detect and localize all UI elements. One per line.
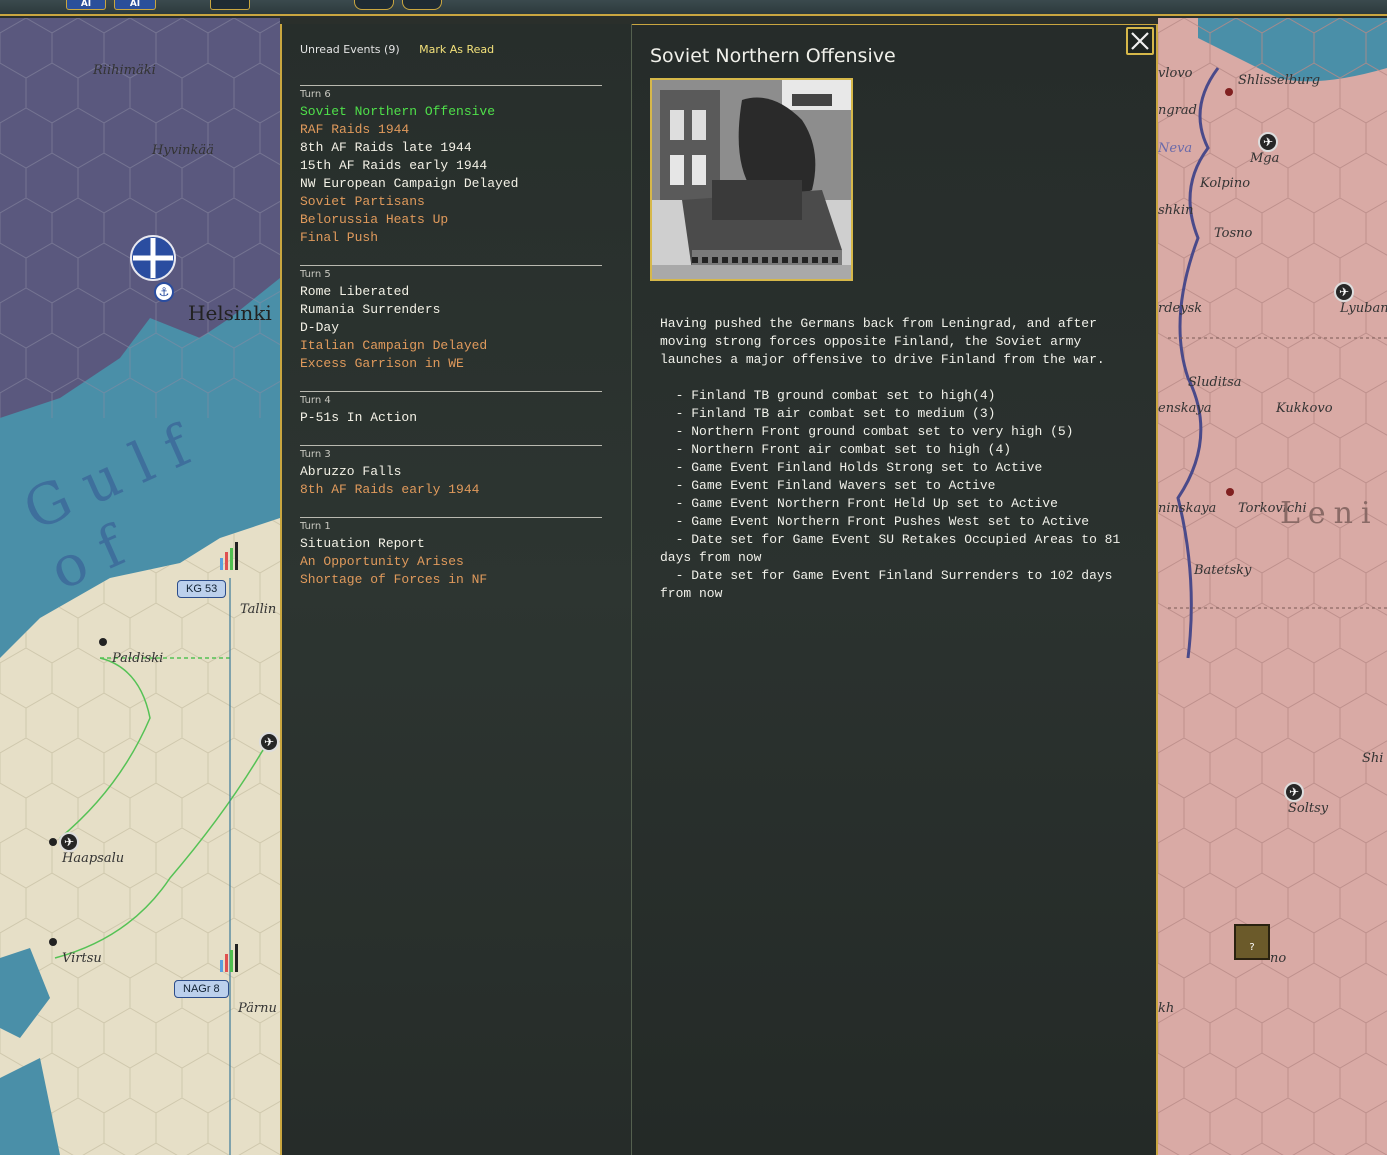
turn-label: Turn 4: [300, 395, 331, 406]
unit-counter-icon[interactable]: ?: [1234, 924, 1270, 960]
event-list-item[interactable]: Rumania Surrenders: [300, 301, 602, 319]
map-place-label: no: [1270, 951, 1287, 966]
map-place-label: Shi: [1362, 751, 1384, 766]
toolbar-button-2[interactable]: [402, 0, 442, 10]
event-list-item[interactable]: An Opportunity Arises: [300, 553, 602, 571]
ai-toggle-button-2[interactable]: AI: [114, 0, 156, 10]
airfield-icon[interactable]: ✈: [59, 832, 79, 852]
turn-group-6: Turn 6 Soviet Northern Offensive RAF Rai…: [300, 85, 602, 247]
map-place-label: Shlisselburg: [1238, 73, 1321, 88]
map-place-label: Kolpino: [1200, 176, 1251, 191]
events-header: Unread Events (9) Mark As Read: [300, 43, 494, 56]
map-terrain: [0, 18, 280, 1155]
event-photo: [650, 78, 853, 281]
turn-group-5: Turn 5 Rome Liberated Rumania Surrenders…: [300, 265, 602, 373]
event-list-item[interactable]: RAF Raids 1944: [300, 121, 602, 139]
map-view-left[interactable]: Gulf of Riihimäki Hyvinkää Helsinki Pald…: [0, 18, 280, 1155]
event-list-item[interactable]: Abruzzo Falls: [300, 463, 602, 481]
event-list-item[interactable]: D-Day: [300, 319, 602, 337]
map-place-label: Sluditsa: [1188, 375, 1242, 390]
air-unit-tag[interactable]: KG 53: [177, 580, 227, 598]
ai-toggle-button[interactable]: AI: [66, 0, 106, 10]
port-icon[interactable]: ⚓: [154, 282, 174, 302]
close-icon[interactable]: [1126, 27, 1154, 55]
event-list-item[interactable]: Italian Campaign Delayed: [300, 337, 602, 355]
event-list-item[interactable]: Excess Garrison in WE: [300, 355, 602, 373]
unread-events-count: Unread Events (9): [300, 43, 400, 56]
turn-label: Turn 1: [300, 521, 331, 532]
map-place-label: Lyuban: [1340, 301, 1387, 316]
map-place-label: Batetsky: [1194, 563, 1252, 578]
event-list-item[interactable]: Belorussia Heats Up: [300, 211, 602, 229]
map-place-label: shkin: [1158, 203, 1194, 218]
turn-group-1: Turn 1 Situation Report An Opportunity A…: [300, 517, 602, 589]
mark-as-read-button[interactable]: Mark As Read: [419, 43, 494, 56]
map-place-label: Tallin: [240, 602, 277, 617]
turn-group-3: Turn 3 Abruzzo Falls 8th AF Raids early …: [300, 445, 602, 499]
map-place-label: Neva: [1158, 141, 1193, 156]
map-place-label: Helsinki: [188, 301, 272, 325]
map-place-label: kh: [1158, 1001, 1175, 1016]
event-list-item[interactable]: P-51s In Action: [300, 409, 602, 427]
unit-strength-bars-icon: [218, 540, 240, 572]
calendar-icon[interactable]: [210, 0, 250, 10]
event-list-item[interactable]: 15th AF Raids early 1944: [300, 157, 602, 175]
turn-label: Turn 6: [300, 89, 331, 100]
map-place-label: Riihimäki: [93, 63, 156, 78]
map-place-label: Virtsu: [62, 951, 102, 966]
map-place-label: Paldiski: [112, 651, 164, 666]
airfield-icon[interactable]: ✈: [259, 732, 279, 752]
event-list-item[interactable]: Shortage of Forces in NF: [300, 571, 602, 589]
map-place-label: enskaya: [1158, 401, 1212, 416]
air-unit-tag[interactable]: NAGr 8: [174, 980, 229, 998]
map-place-label: Hyvinkää: [152, 143, 214, 158]
map-place-label: ngrad: [1158, 103, 1197, 118]
city-marker: [99, 638, 107, 646]
map-region-label: Leni: [1280, 496, 1379, 531]
event-list-item[interactable]: Final Push: [300, 229, 602, 247]
toolbar-button[interactable]: [354, 0, 394, 10]
map-place-label: ninskaya: [1158, 501, 1217, 516]
event-detail-panel: Soviet Northern Offensive Having pushed …: [632, 24, 1158, 1155]
map-terrain: [1158, 18, 1387, 1155]
city-marker: [49, 838, 57, 846]
map-place-label: Haapsalu: [62, 851, 125, 866]
unit-strength-bars-icon: [218, 942, 240, 974]
event-list-item[interactable]: Soviet Northern Offensive: [300, 103, 602, 121]
event-list-item[interactable]: Situation Report: [300, 535, 602, 553]
map-place-label: Mga: [1250, 151, 1280, 166]
event-list-item[interactable]: 8th AF Raids late 1944: [300, 139, 602, 157]
map-place-label: Tosno: [1214, 226, 1253, 241]
map-place-label: Soltsy: [1288, 801, 1329, 816]
turn-label: Turn 5: [300, 269, 331, 280]
event-list-item[interactable]: Soviet Partisans: [300, 193, 602, 211]
map-place-label: rdeysk: [1158, 301, 1203, 316]
event-detail-title: Soviet Northern Offensive: [650, 45, 896, 67]
event-list-item[interactable]: 8th AF Raids early 1944: [300, 481, 602, 499]
airfield-icon[interactable]: ✈: [1334, 282, 1354, 302]
top-toolbar: AI AI: [0, 0, 1387, 16]
events-list-panel: Unread Events (9) Mark As Read Turn 6 So…: [280, 24, 632, 1155]
map-view-right[interactable]: vlovo Shlisselburg ngrad Neva Mga Kolpin…: [1158, 18, 1387, 1155]
map-place-label: vlovo: [1158, 66, 1193, 81]
map-place-label: Pärnu: [238, 1001, 277, 1016]
city-marker: [49, 938, 57, 946]
event-list-item[interactable]: NW European Campaign Delayed: [300, 175, 602, 193]
map-place-label: Kukkovo: [1276, 401, 1333, 416]
airfield-icon[interactable]: ✈: [1258, 132, 1278, 152]
turn-label: Turn 3: [300, 449, 331, 460]
turn-group-4: Turn 4 P-51s In Action: [300, 391, 602, 427]
airfield-icon[interactable]: ✈: [1284, 782, 1304, 802]
event-detail-body: Having pushed the Germans back from Leni…: [660, 316, 1121, 601]
event-list-item[interactable]: Rome Liberated: [300, 283, 602, 301]
